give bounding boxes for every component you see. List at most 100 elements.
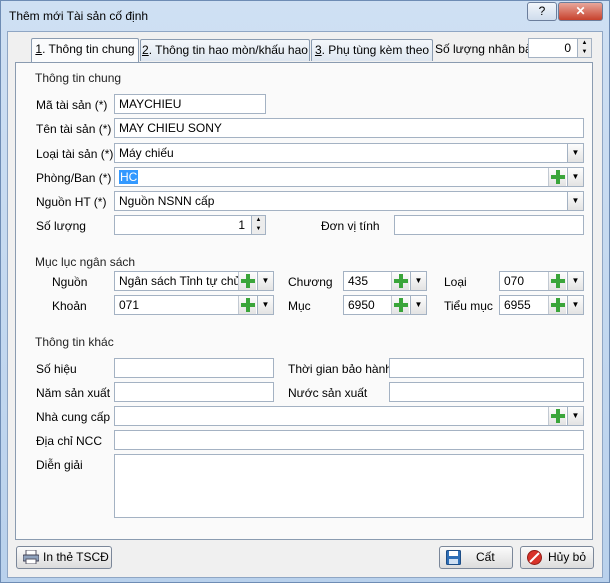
- supplier-address-input[interactable]: [114, 430, 584, 450]
- copies-spin[interactable]: ▲ ▼: [577, 39, 591, 57]
- type-select[interactable]: 070 ▼: [499, 271, 584, 291]
- dialog-window: Thêm mới Tài sản cố định ? ✕ 1. Thông ti…: [0, 0, 610, 583]
- tab-accessories-hotkey: 3: [314, 43, 322, 57]
- warranty-label: Thời gian bảo hành: [288, 362, 392, 376]
- add-type-icon[interactable]: [548, 272, 566, 290]
- tab-general[interactable]: 1. Thông tin chung: [31, 38, 139, 62]
- tab-depreciation-hotkey: 2: [142, 43, 149, 57]
- warranty-input[interactable]: [389, 358, 584, 378]
- department-select[interactable]: HC ▼: [114, 167, 584, 187]
- chevron-down-icon[interactable]: ▼: [257, 296, 273, 314]
- general-section-title: Thông tin chung: [35, 71, 122, 85]
- serial-input[interactable]: [114, 358, 274, 378]
- floppy-disk-icon: [446, 550, 461, 572]
- quantity-value: 1: [238, 218, 245, 232]
- chevron-down-icon[interactable]: ▼: [410, 272, 426, 290]
- spin-down-icon[interactable]: ▼: [252, 225, 265, 234]
- subsection-label: Tiểu mục: [444, 299, 493, 313]
- budget-source-value: Ngân sách Tỉnh tự chủ: [119, 274, 241, 288]
- supplier-address-label: Địa chỉ NCC: [36, 434, 103, 448]
- unit-label: Đơn vị tính: [321, 219, 380, 233]
- add-budget-source-icon[interactable]: [238, 272, 256, 290]
- department-label: Phòng/Ban (*): [36, 171, 112, 185]
- cancel-icon: [527, 550, 542, 572]
- title-bar: Thêm mới Tài sản cố định ? ✕: [1, 1, 609, 31]
- type-label: Loại: [444, 275, 467, 289]
- add-supplier-icon[interactable]: [548, 407, 566, 425]
- asset-name-label: Tên tài sản (*): [36, 122, 112, 136]
- copies-label: Số lượng nhân bản: [435, 42, 539, 56]
- tab-panel-general: Thông tin chung Mã tài sản (*) MAYCHIEU …: [15, 62, 593, 540]
- asset-code-label: Mã tài sản (*): [36, 98, 108, 112]
- close-button[interactable]: ✕: [558, 2, 603, 21]
- print-card-button[interactable]: In thẻ TSCĐ: [16, 546, 112, 569]
- supplier-select[interactable]: ▼: [114, 406, 584, 426]
- chevron-down-icon[interactable]: ▼: [410, 296, 426, 314]
- help-button[interactable]: ?: [527, 2, 557, 21]
- quantity-label: Số lượng: [36, 219, 86, 233]
- subsection-value: 6955: [504, 298, 531, 312]
- chevron-down-icon[interactable]: ▼: [567, 272, 583, 290]
- other-section-title: Thông tin khác: [35, 335, 114, 349]
- tab-depreciation-label: . Thông tin hao mòn/khấu hao: [148, 43, 308, 57]
- item-select[interactable]: 071 ▼: [114, 295, 274, 315]
- add-section-icon[interactable]: [391, 296, 409, 314]
- asset-type-select[interactable]: Máy chiếu ▼: [114, 143, 584, 163]
- unit-input[interactable]: [394, 215, 584, 235]
- supplier-label: Nhà cung cấp: [36, 410, 111, 424]
- chevron-down-icon[interactable]: ▼: [257, 272, 273, 290]
- tab-depreciation[interactable]: 2. Thông tin hao mòn/khấu hao: [140, 39, 310, 61]
- copies-value: 0: [564, 41, 571, 55]
- save-label: Cất: [476, 550, 495, 564]
- printer-icon: [22, 549, 40, 571]
- section-label: Mục: [288, 299, 311, 313]
- budget-source-label: Nguồn: [52, 275, 88, 289]
- source-select[interactable]: Nguồn NSNN cấp ▼: [114, 191, 584, 211]
- department-value: HC: [119, 170, 139, 184]
- country-label: Nước sản xuất: [288, 386, 368, 400]
- chapter-select[interactable]: 435 ▼: [343, 271, 427, 291]
- asset-code-input[interactable]: MAYCHIEU: [114, 94, 266, 114]
- notes-textarea[interactable]: [114, 454, 584, 518]
- source-value: Nguồn NSNN cấp: [119, 194, 215, 208]
- chapter-value: 435: [348, 274, 369, 288]
- chevron-down-icon[interactable]: ▼: [567, 144, 583, 162]
- dialog-client: 1. Thông tin chung 2. Thông tin hao mòn/…: [7, 31, 603, 578]
- add-item-icon[interactable]: [238, 296, 256, 314]
- spin-down-icon[interactable]: ▼: [578, 48, 591, 57]
- asset-type-value: Máy chiếu: [119, 146, 174, 160]
- add-department-icon[interactable]: [548, 168, 566, 186]
- quantity-spin[interactable]: ▲ ▼: [251, 216, 265, 234]
- copies-stepper[interactable]: 0 ▲ ▼: [528, 38, 592, 58]
- serial-label: Số hiệu: [36, 362, 77, 376]
- source-label: Nguồn HT (*): [36, 195, 107, 209]
- type-value: 070: [504, 274, 525, 288]
- chevron-down-icon[interactable]: ▼: [567, 296, 583, 314]
- window-title: Thêm mới Tài sản cố định: [9, 9, 149, 23]
- spin-up-icon[interactable]: ▲: [578, 39, 591, 48]
- tab-accessories[interactable]: 3. Phụ tùng kèm theo: [311, 39, 433, 61]
- add-chapter-icon[interactable]: [391, 272, 409, 290]
- budget-section-title: Mục lục ngân sách: [35, 255, 136, 269]
- save-button[interactable]: Cất: [439, 546, 513, 569]
- item-label: Khoản: [52, 299, 87, 313]
- spin-up-icon[interactable]: ▲: [252, 216, 265, 225]
- budget-source-select[interactable]: Ngân sách Tỉnh tự chủ ▼: [114, 271, 274, 291]
- chevron-down-icon[interactable]: ▼: [567, 407, 583, 425]
- notes-label: Diễn giải: [36, 458, 83, 472]
- quantity-stepper[interactable]: 1 ▲ ▼: [114, 215, 266, 235]
- chevron-down-icon[interactable]: ▼: [567, 192, 583, 210]
- section-select[interactable]: 6950 ▼: [343, 295, 427, 315]
- item-value: 071: [119, 298, 140, 312]
- cancel-button[interactable]: Hủy bỏ: [520, 546, 594, 569]
- asset-name-input[interactable]: MAY CHIEU SONY: [114, 118, 584, 138]
- country-input[interactable]: [389, 382, 584, 402]
- tab-accessories-label: . Phụ tùng kèm theo: [321, 43, 430, 57]
- section-value: 6950: [348, 298, 375, 312]
- chevron-down-icon[interactable]: ▼: [567, 168, 583, 186]
- add-subsection-icon[interactable]: [548, 296, 566, 314]
- subsection-select[interactable]: 6955 ▼: [499, 295, 584, 315]
- cancel-label: Hủy bỏ: [548, 550, 587, 564]
- year-input[interactable]: [114, 382, 274, 402]
- asset-type-label: Loại tài sản (*): [36, 147, 114, 161]
